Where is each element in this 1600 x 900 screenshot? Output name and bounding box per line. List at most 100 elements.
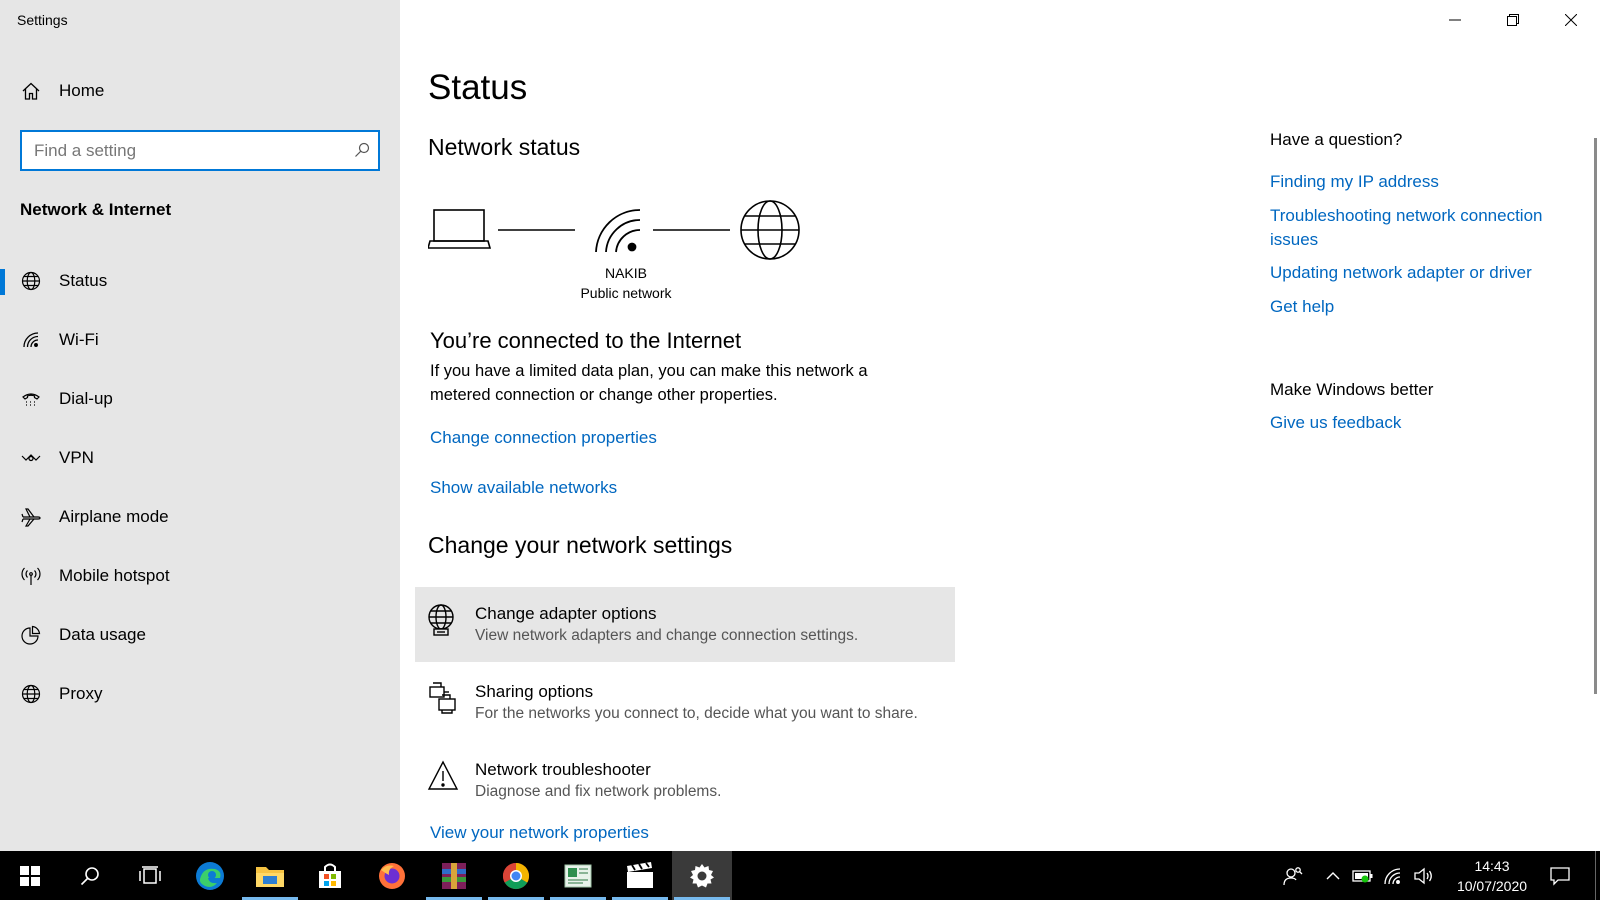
- wifi-icon: [20, 329, 42, 351]
- window-title: Settings: [17, 12, 68, 28]
- vpn-icon: [20, 447, 42, 469]
- sidebar-item-home[interactable]: Home: [0, 69, 400, 113]
- settings-icon: [690, 863, 714, 887]
- dialup-icon: [20, 388, 42, 410]
- sidebar: Settings Home Network & Internet Status: [0, 0, 400, 851]
- firefox-taskbar-button[interactable]: [362, 851, 422, 900]
- change-connection-properties-link[interactable]: Change connection properties: [430, 428, 657, 448]
- sidebar-item-label: Proxy: [59, 684, 103, 703]
- sidebar-item-proxy[interactable]: Proxy: [0, 672, 400, 716]
- updating-adapter-driver-link[interactable]: Updating network adapter or driver: [1270, 261, 1570, 285]
- clock-date: 10/07/2020: [1456, 878, 1528, 894]
- video-editor-icon: [627, 861, 653, 888]
- start-icon: [20, 865, 40, 886]
- show-hidden-icons-button[interactable]: [1320, 851, 1346, 900]
- task-view-button[interactable]: [120, 851, 180, 900]
- settings-window: Settings Home Network & Internet Status: [0, 0, 1600, 851]
- sidebar-item-label: VPN: [59, 448, 94, 467]
- search-icon[interactable]: [354, 142, 370, 163]
- restore-button[interactable]: [1484, 0, 1542, 40]
- sidebar-item-label: Dial-up: [59, 389, 113, 408]
- option-title: Change adapter options: [475, 604, 657, 623]
- clock-time: 14:43: [1474, 858, 1510, 874]
- minimize-button[interactable]: [1426, 0, 1484, 40]
- taskbar: 14:43 10/07/2020: [0, 851, 1600, 900]
- wifi-signal-icon: [595, 209, 641, 253]
- firefox-icon: [379, 862, 405, 889]
- edge-icon: [196, 861, 224, 890]
- battery-button[interactable]: [1350, 851, 1376, 900]
- search-box[interactable]: [20, 130, 380, 171]
- chrome-icon: [502, 862, 530, 889]
- people-button[interactable]: [1276, 851, 1310, 900]
- file-explorer-taskbar-button[interactable]: [240, 851, 300, 900]
- troubleshooting-connection-link[interactable]: Troubleshooting network connection issue…: [1270, 204, 1570, 251]
- globe-icon: [20, 683, 42, 705]
- sidebar-item-vpn[interactable]: VPN: [0, 436, 400, 480]
- show-desktop-button[interactable]: [1595, 851, 1596, 900]
- adapter-icon: [427, 603, 459, 637]
- sharing-options-button[interactable]: Sharing options For the networks you con…: [415, 665, 955, 740]
- feedback-heading: Make Windows better: [1270, 380, 1434, 399]
- warning-icon: [427, 759, 459, 793]
- option-description: Diagnose and fix network problems.: [475, 783, 722, 800]
- sidebar-item-label: Wi-Fi: [59, 330, 99, 349]
- battery-icon: [1352, 869, 1373, 882]
- give-feedback-link[interactable]: Give us feedback: [1270, 411, 1570, 435]
- wifi-icon: [1384, 867, 1401, 884]
- winrar-icon: [442, 862, 466, 889]
- video-editor-taskbar-button[interactable]: [610, 851, 670, 900]
- sidebar-item-dialup[interactable]: Dial-up: [0, 377, 400, 421]
- connected-description: If you have a limited data plan, you can…: [430, 362, 868, 404]
- start-button[interactable]: [0, 851, 60, 900]
- network-troubleshooter-button[interactable]: Network troubleshooter Diagnose and fix …: [415, 743, 955, 818]
- get-help-link[interactable]: Get help: [1270, 295, 1570, 319]
- globe-icon: [740, 200, 800, 260]
- option-description: For the networks you connect to, decide …: [475, 705, 918, 722]
- app-icon: [564, 864, 592, 887]
- app-taskbar-button[interactable]: [548, 851, 608, 900]
- change-adapter-options-button[interactable]: Change adapter options View network adap…: [415, 587, 955, 662]
- hotspot-icon: [20, 565, 42, 587]
- scrollbar[interactable]: [1594, 138, 1597, 694]
- network-type: Public network: [580, 285, 672, 301]
- task-view-icon: [139, 865, 161, 884]
- action-center-button[interactable]: [1542, 851, 1578, 900]
- network-name: NAKIB: [604, 265, 647, 281]
- sidebar-item-label: Home: [59, 81, 105, 100]
- store-icon: [319, 863, 341, 888]
- file-explorer-icon: [256, 866, 284, 887]
- search-input[interactable]: [34, 132, 334, 169]
- sidebar-item-status[interactable]: Status: [0, 259, 400, 303]
- option-title: Sharing options: [475, 682, 594, 701]
- winrar-taskbar-button[interactable]: [424, 851, 484, 900]
- chrome-taskbar-button[interactable]: [486, 851, 546, 900]
- sidebar-item-label: Airplane mode: [59, 507, 169, 526]
- sidebar-item-data-usage[interactable]: Data usage: [0, 613, 400, 657]
- sidebar-item-mobile-hotspot[interactable]: Mobile hotspot: [0, 554, 400, 598]
- show-available-networks-link[interactable]: Show available networks: [430, 478, 617, 498]
- sidebar-item-wifi[interactable]: Wi-Fi: [0, 318, 400, 362]
- search-button[interactable]: [60, 851, 120, 900]
- network-tray-button[interactable]: [1380, 851, 1406, 900]
- view-network-properties-link[interactable]: View your network properties: [430, 823, 649, 843]
- connected-heading: You’re connected to the Internet: [430, 328, 742, 353]
- settings-taskbar-button[interactable]: [672, 851, 732, 900]
- network-status-heading: Network status: [428, 134, 581, 160]
- question-heading: Have a question?: [1270, 130, 1403, 149]
- clock[interactable]: 14:43 10/07/2020: [1432, 856, 1552, 896]
- volume-icon: [1414, 867, 1432, 884]
- close-button[interactable]: [1542, 0, 1600, 40]
- chevron-up-icon: [1326, 871, 1340, 879]
- sidebar-item-label: Mobile hotspot: [59, 566, 170, 585]
- sidebar-item-label: Data usage: [59, 625, 146, 644]
- data-usage-icon: [20, 624, 42, 646]
- store-taskbar-button[interactable]: [300, 851, 360, 900]
- search-icon: [80, 866, 99, 885]
- page-title: Status: [428, 68, 528, 107]
- minimize-icon: [1449, 19, 1461, 21]
- finding-ip-address-link[interactable]: Finding my IP address: [1270, 170, 1570, 194]
- sidebar-item-airplane-mode[interactable]: Airplane mode: [0, 495, 400, 539]
- notification-icon: [1550, 866, 1570, 886]
- edge-taskbar-button[interactable]: [180, 851, 240, 900]
